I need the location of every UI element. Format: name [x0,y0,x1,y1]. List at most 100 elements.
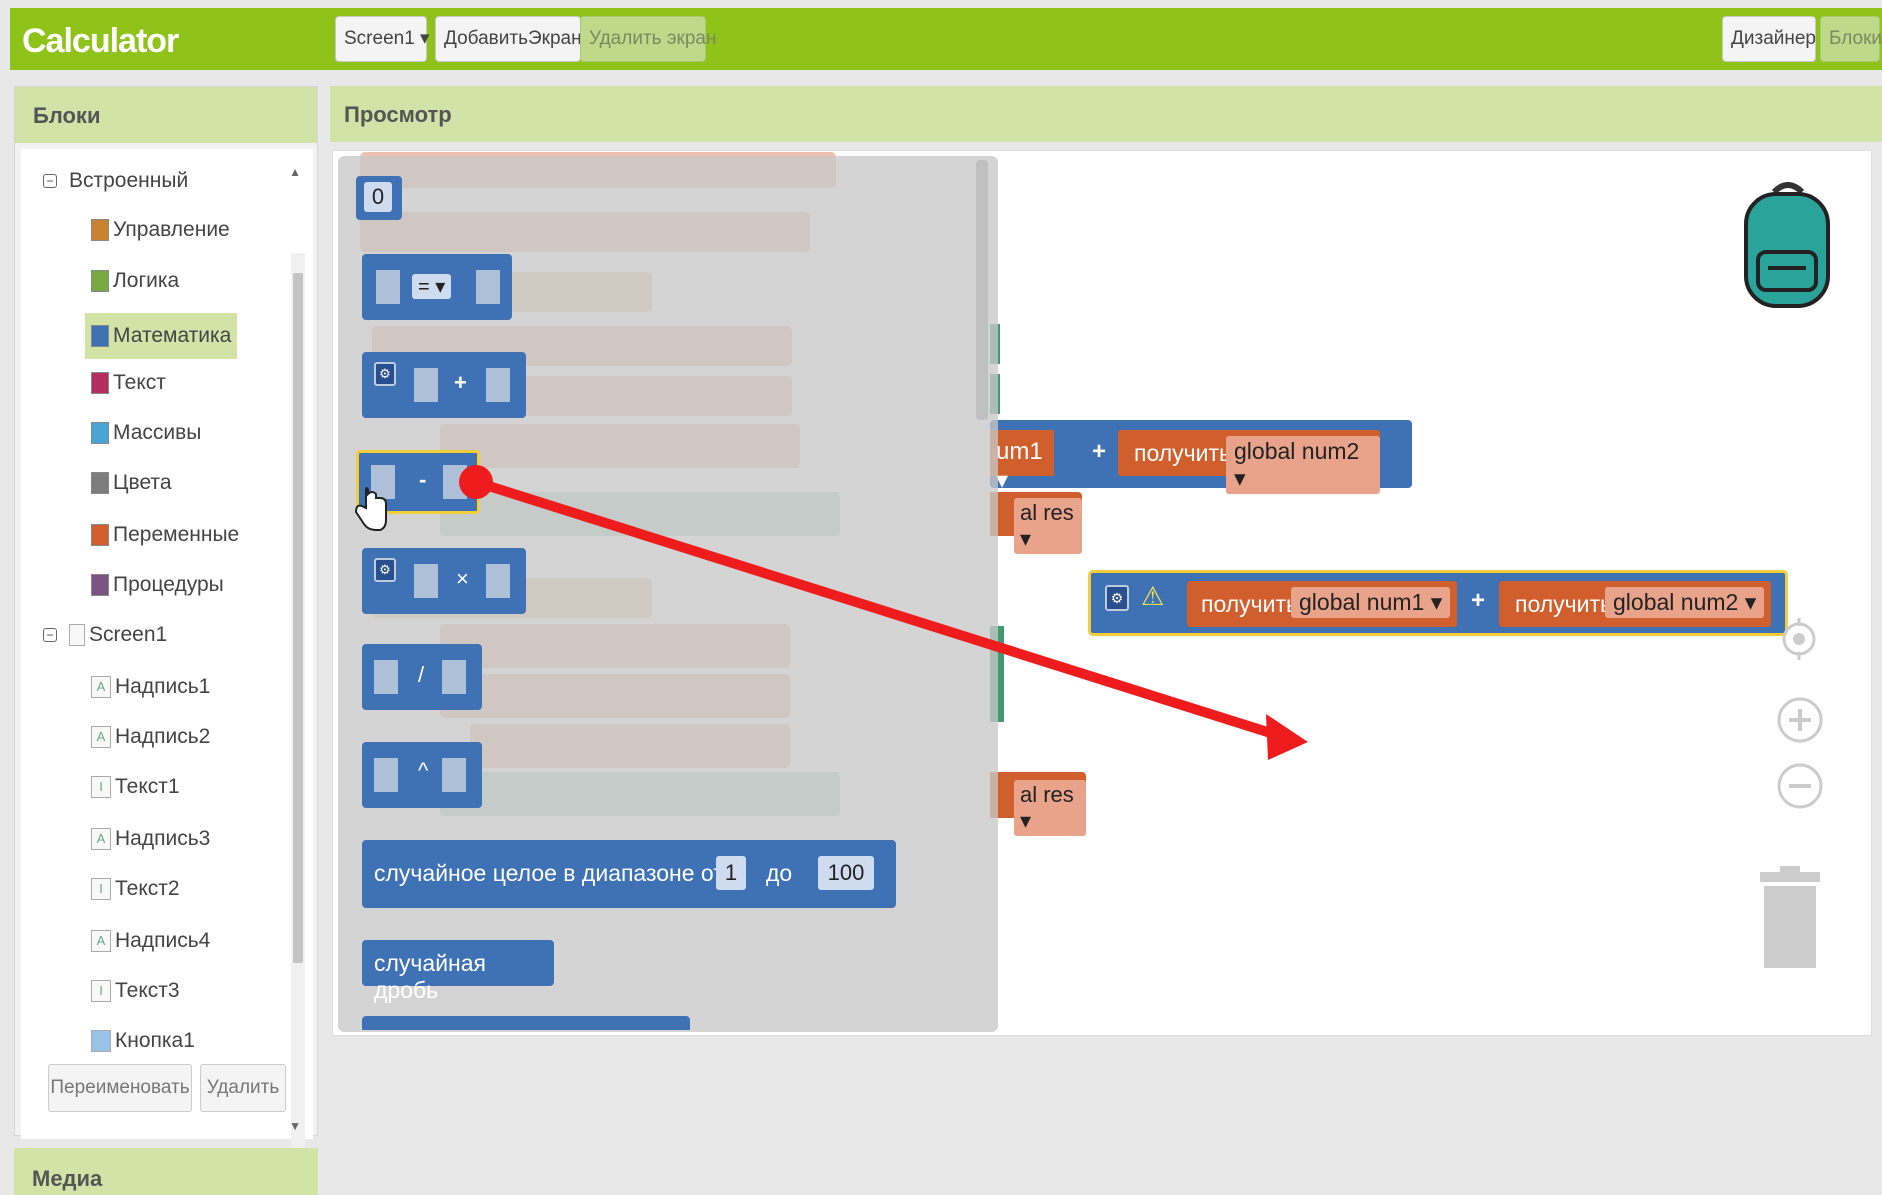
component-textbox3[interactable]: I Текст3 [91,975,180,1007]
backpack-icon[interactable] [1740,178,1836,310]
get-num1-block-partial[interactable]: um1 ▾ [990,430,1054,494]
get-num2-block[interactable]: получить global num2 ▾ [1499,581,1771,627]
remove-screen-button[interactable]: Удалить экран [580,16,716,62]
sum-block-partial[interactable]: um1 ▾ + получить global num2 ▾ [990,420,1412,494]
drawer-lists[interactable]: Массивы [91,417,201,449]
zoom-in-icon[interactable] [1776,696,1824,744]
variable-dropdown[interactable]: al res ▾ [1014,780,1086,836]
divide-block[interactable]: / [362,644,482,710]
variable-dropdown[interactable]: um1 ▾ [996,438,1054,495]
divide-operator: / [418,662,425,687]
tree-node-screen1[interactable]: − Screen1 [43,619,167,651]
subtract-block[interactable]: - [356,450,480,514]
screen-select-dropdown[interactable]: Screen1 ▾ [335,16,430,62]
component-button1[interactable]: Кнопка1 [91,1025,195,1057]
label-component-icon: A [91,930,111,952]
variable-dropdown[interactable]: global num2 ▾ [1605,587,1765,618]
drawer-label: Процедуры [113,573,224,596]
input-socket [476,270,500,304]
get-label: получить [1134,440,1232,466]
component-textbox1[interactable]: I Текст1 [91,771,180,803]
get-num2-block[interactable]: получить global num2 ▾ [1118,430,1380,494]
tree-node-builtin[interactable]: − Встроенный [43,165,188,197]
drawer-colors[interactable]: Цвета [91,467,172,499]
zoom-out-icon[interactable] [1776,762,1824,810]
mutator-gear-icon[interactable]: ⚙ [1105,585,1129,611]
scroll-up-arrow-icon[interactable]: ▲ [289,165,301,179]
component-label3[interactable]: A Надпись3 [91,823,210,855]
drawer-procedures[interactable]: Процедуры [91,569,224,601]
next-math-block-partial[interactable] [362,1016,690,1030]
trash-icon[interactable] [1758,866,1822,970]
warning-icon[interactable]: ⚠ [1141,581,1164,612]
drawer-label: Математика [113,324,232,347]
designer-button[interactable]: Дизайнер [1722,16,1816,62]
to-label: до [766,860,793,886]
get-label: получить [1515,591,1613,617]
times-operator: × [456,566,469,591]
rename-button[interactable]: Переименовать [48,1064,192,1112]
component-label1[interactable]: A Надпись1 [91,671,210,703]
component-textbox2[interactable]: I Текст2 [91,873,180,905]
number-block[interactable]: 0 [356,176,402,220]
drawer-math[interactable]: Математика [85,313,238,359]
component-name: Надпись4 [115,929,211,952]
get-num1-block[interactable]: получить global num1 ▾ [1187,581,1457,627]
component-label4[interactable]: A Надпись4 [91,925,210,957]
scroll-down-arrow-icon[interactable]: ▼ [289,1119,301,1133]
category-swatch-icon [91,325,109,347]
delete-button[interactable]: Удалить [200,1064,286,1112]
drawer-control[interactable]: Управление [91,214,230,246]
blocks-button[interactable]: Блоки [1820,16,1882,62]
textbox-component-icon: I [91,980,111,1002]
get-label: получить [1201,591,1299,617]
category-swatch-icon [91,524,109,546]
mutator-gear-icon[interactable]: ⚙ [374,362,396,386]
textbox-component-icon: I [91,878,111,900]
drawer-text[interactable]: Текст [91,367,166,399]
collapse-icon[interactable]: − [43,628,57,642]
number-field[interactable]: 0 [364,182,392,212]
recenter-icon[interactable] [1778,618,1820,660]
add-screen-button[interactable]: ДобавитьЭкран [435,16,582,62]
collapse-icon[interactable]: − [43,174,57,188]
top-bar-background: Calculator Screen1 ▾ ДобавитьЭкран Удали… [10,8,1882,70]
variable-dropdown[interactable]: global num1 ▾ [1291,587,1451,618]
tree-node-label: Встроенный [69,169,189,192]
from-number-field[interactable]: 1 [716,856,746,890]
multiply-block[interactable]: ⚙ × [362,548,526,614]
input-socket [486,368,510,402]
to-number-field[interactable]: 100 [818,856,874,890]
add-block[interactable]: ⚙ + [362,352,526,418]
variable-dropdown[interactable]: global num2 ▾ [1226,436,1380,494]
top-bar: Calculator Screen1 ▾ ДобавитьЭкран Удали… [0,0,1882,72]
input-socket [486,564,510,598]
drawer-label: Массивы [113,421,202,444]
power-block[interactable]: ^ [362,742,482,808]
minus-operator: - [419,467,427,492]
random-integer-block[interactable]: случайное целое в диапазоне от 1 до 100 [362,840,896,908]
tree-scrollbar[interactable] [291,253,305,1169]
mutator-gear-icon[interactable]: ⚙ [374,558,396,582]
random-fraction-block[interactable]: случайная дробь [362,940,554,1003]
plus-operator: + [1092,438,1107,465]
button-component-icon [91,1030,111,1052]
get-res-block-partial-2[interactable]: al res ▾ [990,772,1086,836]
flyout-scrollbar[interactable] [976,160,988,420]
variable-dropdown[interactable]: al res ▾ [1014,498,1082,554]
component-name: Текст1 [115,775,180,798]
drawer-label: Управление [113,218,230,241]
drawer-variables[interactable]: Переменные [91,519,239,551]
label-component-icon: A [91,828,111,850]
compare-block[interactable]: = ▾ [362,254,512,320]
tree-scrollbar-thumb[interactable] [293,273,303,963]
tree-node-label: Screen1 [89,623,168,646]
operator-dropdown[interactable]: = ▾ [412,274,452,299]
component-label2[interactable]: A Надпись2 [91,721,210,753]
viewer-header: Просмотр [330,86,1882,142]
get-res-block-partial[interactable]: al res ▾ [990,492,1082,554]
plus-operator: + [454,370,467,395]
category-swatch-icon [91,472,109,494]
dragged-sum-block[interactable]: ⚙ ⚠ получить global num1 ▾ + получить gl… [1088,570,1788,636]
drawer-logic[interactable]: Логика [91,265,179,297]
